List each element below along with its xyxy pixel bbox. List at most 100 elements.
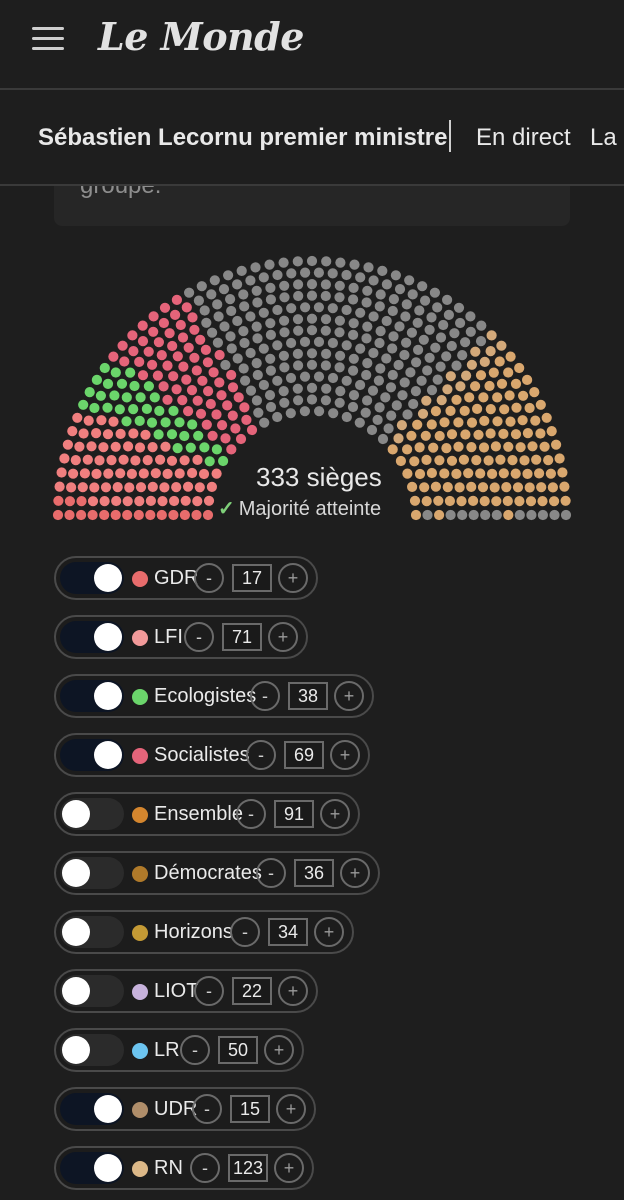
party-toggle[interactable] xyxy=(60,798,124,830)
seat-dot xyxy=(265,353,276,364)
decrement-button[interactable]: - xyxy=(192,1094,222,1124)
party-row-gdr: GDR -17 + xyxy=(54,556,318,600)
seat-dot xyxy=(349,259,360,270)
seat-dot xyxy=(207,430,218,441)
seat-dot xyxy=(446,429,458,440)
seat-dot xyxy=(86,441,97,452)
seat-dot xyxy=(347,401,359,413)
seat-count-input[interactable]: 123 xyxy=(228,1154,268,1182)
decrement-button[interactable]: - xyxy=(256,858,286,888)
seat-dot xyxy=(463,468,474,479)
party-toggle[interactable] xyxy=(60,916,124,948)
seat-dot xyxy=(327,337,338,349)
increment-button[interactable]: + xyxy=(264,1035,294,1065)
seat-dot xyxy=(483,455,494,466)
le-monde-logo[interactable]: Le Monde xyxy=(98,14,304,59)
seat-dot xyxy=(134,415,145,426)
decrement-button[interactable]: - xyxy=(194,976,224,1006)
party-color-dot xyxy=(132,689,148,705)
increment-button[interactable]: + xyxy=(278,563,308,593)
party-row-udr: UDR -15 + xyxy=(54,1087,316,1131)
increment-button[interactable]: + xyxy=(334,681,364,711)
seat-dot xyxy=(348,353,359,364)
seat-count-input[interactable]: 91 xyxy=(274,800,314,828)
seat-dot xyxy=(391,400,402,411)
increment-button[interactable]: + xyxy=(274,1153,304,1183)
seat-dot xyxy=(368,311,379,322)
party-row-liot: LIOT -22 + xyxy=(54,969,318,1013)
subnav-item-en-direct[interactable]: En direct xyxy=(476,124,571,152)
party-color-dot xyxy=(132,748,148,764)
seat-dot xyxy=(77,482,88,493)
decrement-button[interactable]: - xyxy=(250,681,280,711)
seat-dot xyxy=(110,441,121,452)
seat-count-input[interactable]: 69 xyxy=(284,741,324,769)
increment-button[interactable]: + xyxy=(276,1094,306,1124)
seat-dot xyxy=(174,468,185,479)
seat-dot xyxy=(226,343,237,354)
seat-dot xyxy=(514,509,525,521)
seat-dot xyxy=(430,342,441,353)
seat-dot xyxy=(118,454,129,465)
seat-count-input[interactable]: 38 xyxy=(288,682,328,710)
subnav-item-truncated[interactable]: La g xyxy=(590,124,624,152)
seat-dot xyxy=(426,385,438,396)
decrement-button[interactable]: - xyxy=(246,740,276,770)
hamburger-menu-icon[interactable] xyxy=(32,27,66,51)
increment-button[interactable]: + xyxy=(268,622,298,652)
seat-dot xyxy=(109,390,120,401)
party-toggle[interactable] xyxy=(60,1152,124,1184)
decrement-button[interactable]: - xyxy=(194,563,224,593)
decrement-button[interactable]: - xyxy=(184,622,214,652)
seat-dot xyxy=(258,272,269,283)
increment-button[interactable]: + xyxy=(278,976,308,1006)
seat-dot xyxy=(121,416,132,427)
seat-dot xyxy=(306,359,318,370)
decrement-button[interactable]: - xyxy=(230,917,260,947)
seat-dot xyxy=(410,509,422,521)
seat-dot xyxy=(89,482,100,493)
party-toggle[interactable] xyxy=(60,1034,124,1066)
seat-dot xyxy=(168,371,179,382)
decrement-button[interactable]: - xyxy=(190,1153,220,1183)
subnav-item-lecornu[interactable]: Sébastien Lecornu premier ministre xyxy=(38,124,447,152)
party-color-dot xyxy=(132,571,148,587)
seat-dot xyxy=(341,411,352,423)
party-toggle[interactable] xyxy=(60,1093,124,1125)
seat-count-input[interactable]: 15 xyxy=(230,1095,270,1123)
seat-dot xyxy=(479,356,490,367)
seat-count-input[interactable]: 22 xyxy=(232,977,272,1005)
toggle-knob xyxy=(94,1154,122,1182)
seat-count-input[interactable]: 34 xyxy=(268,918,308,946)
party-color-dot xyxy=(132,1161,148,1177)
party-toggle[interactable] xyxy=(60,975,124,1007)
seat-count-input[interactable]: 71 xyxy=(222,623,262,651)
decrement-button[interactable]: - xyxy=(236,799,266,829)
party-toggle[interactable] xyxy=(60,857,124,889)
decrement-button[interactable]: - xyxy=(180,1035,210,1065)
seat-dot xyxy=(102,429,114,440)
seat-dot xyxy=(514,362,525,374)
increment-button[interactable]: + xyxy=(320,799,350,829)
seat-dot xyxy=(185,442,196,453)
seat-dot xyxy=(401,299,412,310)
party-toggle[interactable] xyxy=(60,562,124,594)
seat-dot xyxy=(179,455,190,466)
party-toggle[interactable] xyxy=(60,621,124,653)
seat-dot xyxy=(245,347,256,359)
increment-button[interactable]: + xyxy=(314,917,344,947)
increment-button[interactable]: + xyxy=(330,740,360,770)
seat-dot xyxy=(445,405,456,416)
seat-dot xyxy=(413,344,424,355)
seat-dot xyxy=(222,400,233,411)
seat-count-input[interactable]: 17 xyxy=(232,564,272,592)
seat-dot xyxy=(128,404,139,415)
seat-count-input[interactable]: 50 xyxy=(218,1036,258,1064)
seat-dot xyxy=(230,423,241,434)
seat-count-input[interactable]: 36 xyxy=(294,859,334,887)
increment-button[interactable]: + xyxy=(340,858,370,888)
party-toggle[interactable] xyxy=(60,739,124,771)
party-toggle[interactable] xyxy=(60,680,124,712)
seat-dot xyxy=(470,346,481,357)
party-color-dot xyxy=(132,984,148,1000)
